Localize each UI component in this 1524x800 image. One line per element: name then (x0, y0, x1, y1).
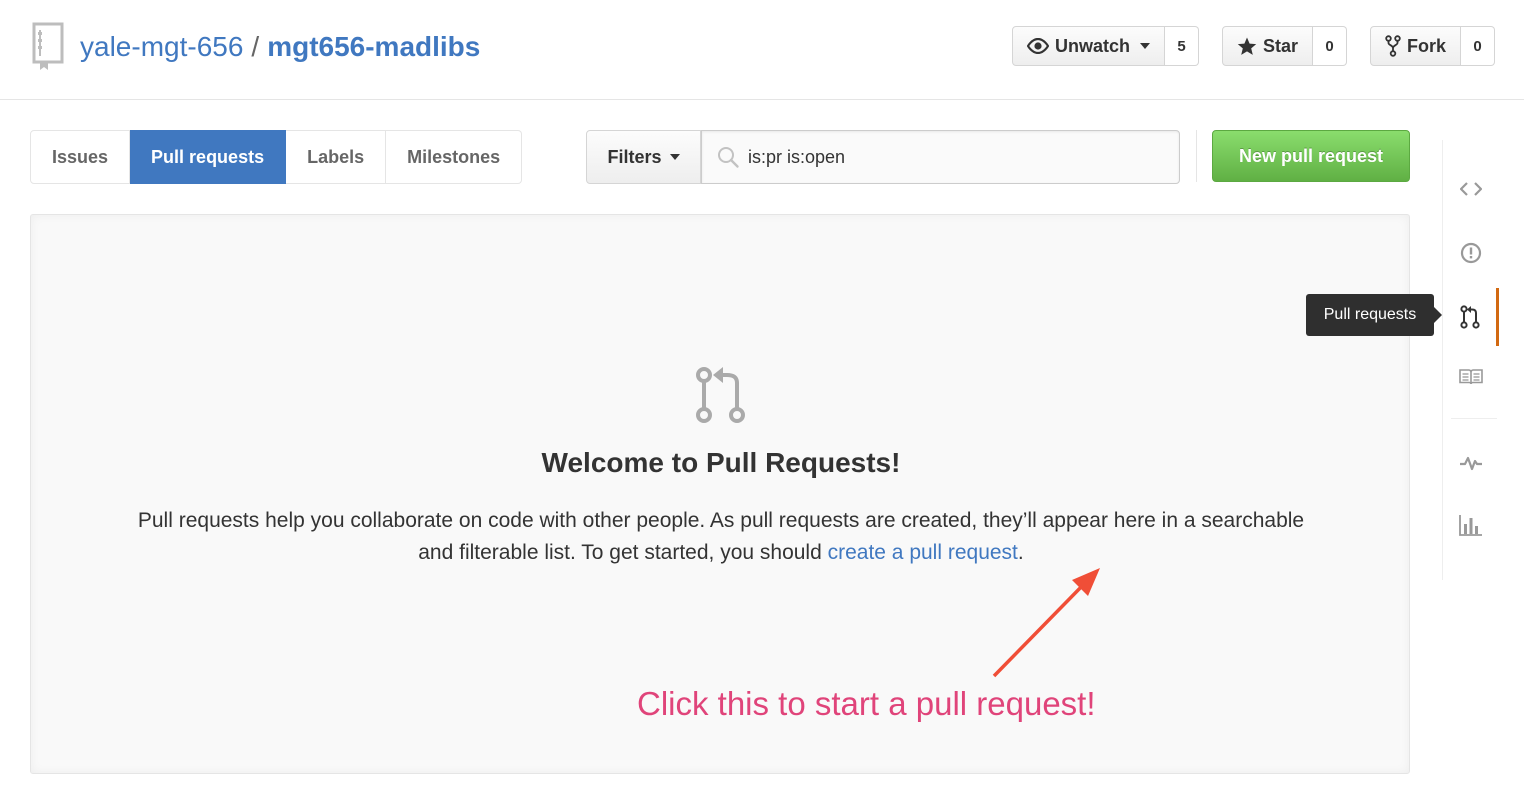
issue-icon (1460, 242, 1482, 264)
tab-issues[interactable]: Issues (30, 130, 131, 184)
blankslate-description: Pull requests help you collaborate on co… (121, 505, 1321, 569)
star-button[interactable]: Star (1222, 26, 1314, 66)
subnav-tabs: Issues Pull requests Labels Milestones (30, 130, 523, 184)
pulse-icon (1460, 456, 1482, 471)
tab-labels[interactable]: Labels (286, 130, 387, 184)
annotation-text: Click this to start a pull request! (637, 685, 1096, 722)
nav-issues[interactable] (1443, 224, 1499, 282)
nav-code[interactable] (1443, 160, 1499, 218)
repo-title-separator: / (251, 31, 260, 62)
search-icon (718, 147, 739, 168)
new-pull-request-button[interactable]: New pull request (1212, 130, 1410, 182)
nav-graphs[interactable] (1443, 496, 1499, 554)
repo-owner-link[interactable]: yale-mgt-656 (80, 31, 243, 62)
nav-pulse[interactable] (1443, 434, 1499, 492)
star-label: Star (1263, 35, 1299, 56)
repo-icon (32, 22, 64, 70)
stargazers-count[interactable]: 0 (1313, 26, 1348, 66)
star-icon (1237, 37, 1257, 55)
forks-count[interactable]: 0 (1461, 26, 1496, 66)
chevron-down-icon (1140, 43, 1151, 49)
repo-title: yale-mgt-656 /mgt656-madlibs (80, 28, 480, 66)
tab-pull-requests[interactable]: Pull requests (130, 130, 287, 184)
toolbar-divider (1196, 130, 1197, 182)
wiki-book-icon (1459, 369, 1483, 385)
pull-requests-tooltip: Pull requests (1306, 294, 1442, 336)
filters-label: Filters (607, 146, 662, 167)
fork-icon (1385, 35, 1401, 57)
fork-group: Fork 0 (1370, 26, 1496, 66)
unwatch-label: Unwatch (1055, 35, 1131, 56)
watch-group: Unwatch 5 (1012, 26, 1200, 66)
create-pull-request-link[interactable]: create a pull request (828, 541, 1018, 564)
repo-name-link[interactable]: mgt656-madlibs (267, 31, 480, 62)
nav-wiki[interactable] (1443, 348, 1499, 406)
star-group: Star 0 (1222, 26, 1348, 66)
blankslate-text-after: . (1017, 541, 1024, 564)
eye-icon (1027, 38, 1049, 54)
right-nav-divider (1451, 418, 1497, 419)
fork-label: Fork (1407, 35, 1447, 56)
code-icon (1460, 182, 1482, 196)
blankslate-title: Welcome to Pull Requests! (541, 447, 901, 478)
repo-right-nav (1442, 140, 1500, 580)
unwatch-button[interactable]: Unwatch (1012, 26, 1166, 66)
git-pull-request-icon (1459, 305, 1480, 329)
graph-icon (1459, 515, 1482, 536)
watchers-count[interactable]: 5 (1165, 26, 1200, 66)
fork-button[interactable]: Fork (1370, 26, 1462, 66)
nav-pull-requests[interactable] (1443, 288, 1499, 346)
repo-header: yale-mgt-656 /mgt656-madlibs Unwatch 5 St… (0, 0, 1524, 100)
chevron-down-icon (669, 154, 680, 160)
search-box (701, 130, 1180, 184)
filters-button[interactable]: Filters (586, 130, 701, 184)
git-pull-request-icon (696, 367, 745, 423)
search-input[interactable] (748, 131, 1168, 183)
blankslate-text-before: Pull requests help you collaborate on co… (137, 509, 1305, 564)
blankslate: Welcome to Pull Requests! Pull requests … (30, 214, 1410, 774)
tab-milestones[interactable]: Milestones (386, 130, 523, 184)
